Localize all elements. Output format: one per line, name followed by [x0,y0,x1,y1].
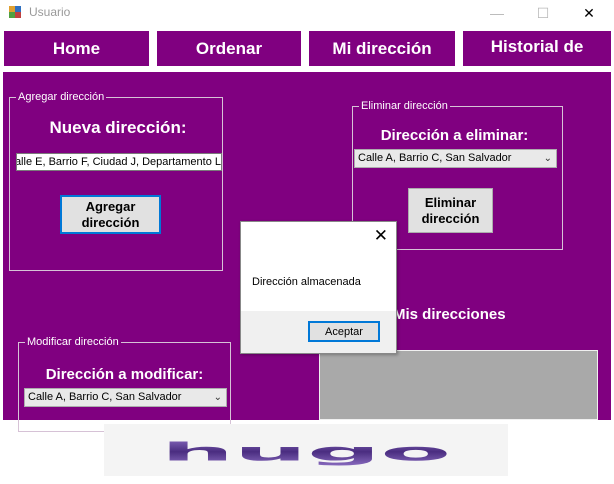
nav-home-button[interactable]: Home [4,31,149,66]
title-bar: Usuario — ☐ ✕ [0,0,614,26]
app-window-icon [9,6,21,18]
delete-address-button[interactable]: Eliminar dirección [408,188,493,233]
delete-address-select[interactable]: Calle A, Barrio C, San Salvador ⌄ [354,149,557,168]
add-address-button[interactable]: Agregar dirección [60,195,161,234]
new-address-heading: Nueva dirección: [49,118,187,137]
new-address-input[interactable]: Calle E, Barrio F, Ciudad J, Departament… [16,153,222,171]
modify-address-group-title: Modificar dirección [25,335,121,349]
close-window-button[interactable]: ✕ [566,0,612,26]
minimize-button[interactable]: — [474,0,520,26]
chevron-down-icon: ⌄ [543,153,552,164]
modify-address-select[interactable]: Calle A, Barrio C, San Salvador ⌄ [24,388,227,407]
dialog-ok-button[interactable]: Aceptar [308,321,380,342]
my-addresses-heading: Mis direcciones [393,306,506,323]
chevron-down-icon: ⌄ [213,392,222,403]
modify-address-selected: Calle A, Barrio C, San Salvador [28,391,182,403]
delete-address-group-title: Eliminar dirección [359,99,450,113]
window-title: Usuario [29,5,71,19]
hugo-logo: hugo [161,437,451,466]
dialog-message: Dirección almacenada [252,276,361,288]
addresses-list[interactable] [319,350,598,420]
nav-order-button[interactable]: Ordenar [157,31,301,66]
delete-address-heading: Dirección a eliminar: [380,127,529,144]
add-address-group-title: Agregar dirección [16,90,107,104]
nav-history-button[interactable]: Historial de [463,31,611,66]
message-dialog: ✕ Dirección almacenada Aceptar [240,221,397,354]
svg-text:hugo: hugo [161,437,451,466]
nav-my-address-button[interactable]: Mi dirección [309,31,455,66]
dialog-close-icon[interactable]: ✕ [374,227,388,245]
modify-address-heading: Dirección a modificar: [45,366,204,383]
dialog-footer: Aceptar [241,311,396,353]
delete-address-selected: Calle A, Barrio C, San Salvador [358,152,512,164]
logo-area: hugo [104,424,508,476]
maximize-button[interactable]: ☐ [520,0,566,26]
modify-address-group: Modificar dirección [18,335,231,432]
